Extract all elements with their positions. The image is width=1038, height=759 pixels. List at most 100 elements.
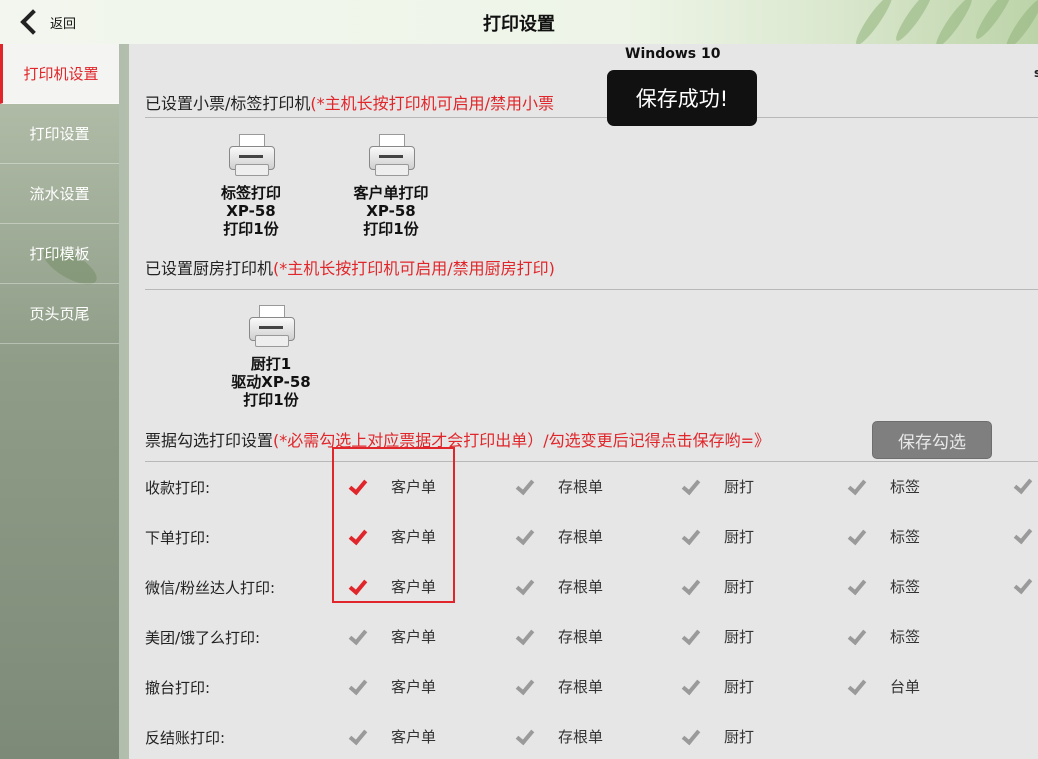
sidebar-item-print-template[interactable]: 打印模板: [0, 224, 119, 284]
option-label: 客户单: [391, 578, 437, 596]
row-label: 美团/饿了么打印:: [145, 629, 261, 647]
option-label: 客户单: [391, 678, 437, 696]
checkmark-icon: [680, 677, 700, 697]
row-label: 撤台打印:: [145, 679, 211, 697]
divider: [145, 289, 1038, 290]
print-option-checkbox[interactable]: 厨打: [680, 476, 754, 497]
checkmark-icon: [347, 677, 367, 697]
section-hint: (*主机长按打印机可启用/禁用小票: [310, 94, 555, 113]
checkmark-icon: [1012, 476, 1032, 496]
sidebar-item-print-settings[interactable]: 打印设置: [0, 104, 119, 164]
checkmark-icon: [514, 527, 534, 547]
print-option-checkbox[interactable]: [1012, 526, 1032, 546]
option-label: 厨打: [724, 728, 755, 746]
print-option-checkbox[interactable]: 厨打: [680, 626, 754, 647]
option-label: 标签: [890, 478, 921, 496]
printer-model: XP-58: [366, 202, 416, 220]
checkmark-icon: [846, 577, 866, 597]
checkmark-icon: [846, 627, 866, 647]
os-label: Windows 10: [625, 46, 721, 62]
row-label: 微信/粉丝达人打印:: [145, 579, 276, 597]
printer-model: 驱动XP-58: [231, 373, 311, 391]
print-option-checkbox[interactable]: 厨打: [680, 576, 754, 597]
printer-icon: [227, 134, 275, 178]
option-label: 厨打: [724, 678, 755, 696]
option-label: 存根单: [558, 578, 604, 596]
checkmark-icon: [514, 727, 534, 747]
checkmark-icon: [846, 477, 866, 497]
checkmark-icon: [514, 577, 534, 597]
section-title: 票据勾选打印设置: [145, 431, 274, 450]
option-label: 厨打: [724, 578, 755, 596]
print-option-checkbox[interactable]: 存根单: [514, 726, 603, 747]
sidebar-item-label: 打印模板: [29, 245, 90, 263]
printer-model: XP-58: [226, 202, 276, 220]
sidebar-item-flow-settings[interactable]: 流水设置: [0, 164, 119, 224]
print-option-checkbox[interactable]: 存根单: [514, 576, 603, 597]
print-option-checkbox[interactable]: 标签: [846, 526, 920, 547]
print-option-checkbox[interactable]: 客户单: [347, 676, 436, 697]
ticket-printer-section-title: 已设置小票/标签打印机(*主机长按打印机可启用/禁用小票: [145, 90, 554, 114]
print-option-checkbox[interactable]: 客户单: [347, 726, 436, 747]
printer-copies: 打印1份: [243, 391, 299, 409]
printer-label[interactable]: 标签打印 XP-58 打印1份: [196, 134, 306, 238]
print-option-checkbox[interactable]: 厨打: [680, 676, 754, 697]
checkmark-icon: [680, 577, 700, 597]
option-label: 客户单: [391, 528, 437, 546]
checkmark-icon: [347, 627, 367, 647]
print-option-checkbox[interactable]: 客户单: [347, 526, 436, 547]
checkmark-icon: [680, 627, 700, 647]
print-option-checkbox[interactable]: 标签: [846, 576, 920, 597]
printer-name: 厨打1: [250, 355, 292, 373]
checkmark-icon: [514, 677, 534, 697]
save-selection-button[interactable]: 保存勾选: [872, 421, 992, 459]
sidebar-item-printer-settings[interactable]: 打印机设置: [0, 44, 119, 104]
print-option-checkbox[interactable]: 客户单: [347, 476, 436, 497]
toast-message: 保存成功!: [607, 70, 757, 126]
checkmark-icon: [1012, 576, 1032, 596]
option-label: 标签: [890, 528, 921, 546]
print-option-checkbox[interactable]: 标签: [846, 626, 920, 647]
checkmark-icon: [1012, 526, 1032, 546]
print-option-checkbox[interactable]: 存根单: [514, 626, 603, 647]
print-option-checkbox[interactable]: 客户单: [347, 576, 436, 597]
printer-name: 标签打印: [220, 184, 281, 202]
print-option-checkbox[interactable]: [1012, 476, 1032, 496]
sidebar-item-label: 页头页尾: [29, 305, 90, 323]
print-option-checkbox[interactable]: 厨打: [680, 726, 754, 747]
option-label: 客户单: [391, 728, 437, 746]
option-label: 厨打: [724, 528, 755, 546]
sidebar-item-label: 打印设置: [29, 125, 90, 143]
print-option-checkbox[interactable]: 存根单: [514, 476, 603, 497]
option-label: 标签: [890, 578, 921, 596]
print-option-checkbox[interactable]: 厨打: [680, 526, 754, 547]
checkmark-icon: [846, 677, 866, 697]
printer-customer[interactable]: 客户单打印 XP-58 打印1份: [336, 134, 446, 238]
checkmark-icon: [680, 477, 700, 497]
checkmark-icon: [680, 527, 700, 547]
checkmark-icon: [347, 727, 367, 747]
printer-name: 客户单打印: [353, 184, 429, 202]
checkmark-icon: [347, 477, 367, 497]
option-label: 厨打: [724, 478, 755, 496]
section-title: 已设置厨房打印机: [145, 259, 274, 278]
main-panel: Windows 10 s 已设置小票/标签打印机(*主机长按打印机可启用/禁用小…: [129, 44, 1038, 759]
section-hint: (*必需勾选上对应票据才会打印出单）/勾选变更后记得点击保存哟=》: [273, 431, 771, 450]
printer-kitchen[interactable]: 厨打1 驱动XP-58 打印1份: [216, 305, 326, 409]
printer-copies: 打印1份: [223, 220, 279, 238]
print-option-checkbox[interactable]: 存根单: [514, 676, 603, 697]
option-label: 客户单: [391, 628, 437, 646]
sidebar-item-label: 打印机设置: [23, 65, 99, 83]
print-option-checkbox[interactable]: 台单: [846, 676, 920, 697]
print-option-checkbox[interactable]: 客户单: [347, 626, 436, 647]
kitchen-printer-section-title: 已设置厨房打印机(*主机长按打印机可启用/禁用厨房打印): [145, 255, 555, 279]
option-label: 存根单: [558, 628, 604, 646]
divider: [145, 461, 1038, 462]
print-option-checkbox[interactable]: 标签: [846, 476, 920, 497]
sidebar-item-header-footer[interactable]: 页头页尾: [0, 284, 119, 344]
print-option-checkbox[interactable]: [1012, 576, 1032, 596]
page-title: 打印设置: [483, 14, 555, 35]
sidebar: 打印机设置 打印设置 流水设置 打印模板 页头页尾: [0, 44, 119, 759]
print-option-checkbox[interactable]: 存根单: [514, 526, 603, 547]
checkmark-icon: [347, 527, 367, 547]
